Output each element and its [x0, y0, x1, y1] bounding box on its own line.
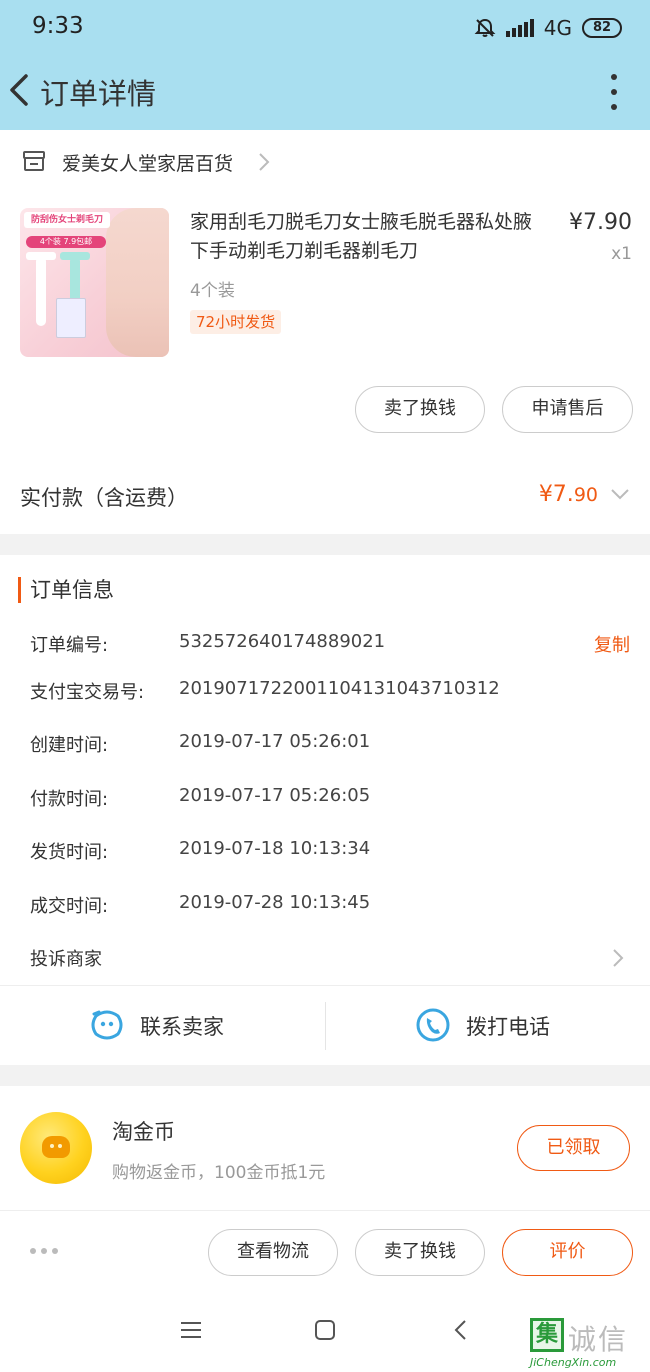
info-row: 创建时间: 2019-07-17 05:26:01: [30, 731, 630, 761]
info-key: 创建时间:: [30, 735, 109, 756]
info-value: 532572640174889021: [179, 631, 386, 652]
more-vertical-icon[interactable]: [604, 70, 624, 114]
network-type: 4G: [543, 16, 572, 40]
info-key: 支付宝交易号:: [30, 682, 145, 703]
info-row: 发货时间: 2019-07-18 10:13:34: [30, 838, 630, 868]
product-title: 家用刮毛刀脱毛刀女士腋毛脱毛器私处腋下手动剃毛刀剃毛器剃毛刀: [190, 211, 533, 262]
sell-button[interactable]: 卖了换钱: [355, 386, 485, 433]
order-info-section: 订单信息 订单编号: 532572640174889021 复制 支付宝交易号:…: [0, 555, 650, 985]
call-phone-button[interactable]: 拨打电话: [326, 986, 650, 1066]
status-icons: 4G 82: [474, 14, 622, 42]
info-value: 2019071722001104131043710312: [179, 678, 500, 699]
payment-label: 实付款（含运费）: [20, 486, 188, 510]
info-key: 成交时间:: [30, 896, 109, 917]
chevron-right-icon: [259, 153, 270, 171]
thumb-banner: 防刮伤女士剃毛刀: [24, 212, 110, 228]
header-bar: 9:33 4G 82 订单详情: [0, 0, 650, 130]
info-row: 支付宝交易号: 2019071722001104131043710312: [30, 678, 630, 708]
phone-icon: [416, 1008, 450, 1042]
contact-seller-label: 联系卖家: [140, 1015, 224, 1039]
view-logistics-button[interactable]: 查看物流: [208, 1229, 338, 1276]
info-row: 付款时间: 2019-07-17 05:26:05: [30, 785, 630, 815]
sell-button[interactable]: 卖了换钱: [355, 1229, 485, 1276]
payment-row[interactable]: 实付款（含运费） ¥7.90: [0, 454, 650, 534]
info-value: 2019-07-17 05:26:05: [179, 785, 371, 806]
home-icon[interactable]: [312, 1317, 338, 1343]
coin-subtitle: 购物返金币，100金币抵1元: [112, 1163, 326, 1183]
bottom-action-bar: 查看物流 卖了换钱 评价: [0, 1210, 650, 1295]
complain-seller-link[interactable]: 投诉商家: [30, 945, 102, 971]
aftersale-button[interactable]: 申请售后: [502, 386, 633, 433]
watermark-mark: 集: [530, 1318, 564, 1352]
signal-icon: [505, 19, 534, 37]
contact-seller-button[interactable]: 联系卖家: [0, 986, 325, 1066]
info-key: 付款时间:: [30, 789, 109, 810]
item-actions: 卖了换钱 申请售后: [0, 374, 650, 454]
info-key: 发货时间:: [30, 842, 109, 863]
back-icon[interactable]: [448, 1317, 474, 1343]
battery-icon: 82: [582, 18, 622, 38]
coin-face: [42, 1136, 70, 1158]
call-phone-label: 拨打电话: [466, 1015, 550, 1039]
info-key: 订单编号:: [30, 635, 109, 656]
product-quantity: x1: [611, 244, 632, 264]
info-value: 2019-07-28 10:13:45: [179, 892, 371, 913]
chevron-right-icon: [613, 949, 624, 967]
taojinbi-section: 淘金币 购物返金币，100金币抵1元 已领取: [0, 1086, 650, 1210]
payment-amount-cents: 90: [573, 484, 598, 506]
info-row: 订单编号: 532572640174889021 复制: [30, 631, 630, 661]
chat-face-icon: [91, 1010, 123, 1040]
coin-icon: [20, 1112, 92, 1184]
payment-amount: ¥7.90: [539, 482, 598, 507]
menu-icon[interactable]: [178, 1317, 204, 1343]
product-thumbnail[interactable]: 防刮伤女士剃毛刀 4个装 7.9包邮: [20, 208, 169, 357]
mute-bell-icon: [474, 18, 496, 37]
status-bar: 9:33 4G 82: [0, 0, 650, 56]
page-title: 订单详情: [40, 77, 157, 111]
razor-handle: [36, 256, 46, 326]
watermark-logo: 集 诚信 JiChengXin.com: [530, 1318, 648, 1370]
product-item[interactable]: 防刮伤女士剃毛刀 4个装 7.9包邮 家用刮毛刀脱毛刀女士腋毛脱毛器私处腋下手动…: [0, 194, 650, 374]
more-horizontal-icon[interactable]: [30, 1248, 58, 1254]
contact-bar: 联系卖家 拨打电话: [0, 985, 650, 1065]
shop-row[interactable]: 爱美女人堂家居百货: [0, 130, 650, 194]
info-row: 成交时间: 2019-07-28 10:13:45: [30, 892, 630, 922]
chevron-left-icon[interactable]: [4, 66, 36, 114]
shop-name: 爱美女人堂家居百货: [62, 153, 234, 175]
status-time: 9:33: [32, 13, 84, 39]
nav-bar: 订单详情: [0, 56, 650, 130]
copy-button[interactable]: 复制: [594, 631, 630, 657]
coin-title: 淘金币: [112, 1120, 175, 1144]
store-icon: [23, 151, 45, 171]
info-value: 2019-07-18 10:13:34: [179, 838, 371, 859]
watermark-text: 诚信: [568, 1323, 629, 1356]
review-button[interactable]: 评价: [502, 1229, 633, 1276]
claimed-button[interactable]: 已领取: [517, 1125, 630, 1171]
shipping-tag: 72小时发货: [190, 310, 282, 334]
chevron-down-icon: [611, 489, 629, 500]
thumb-tag: 4个装 7.9包邮: [26, 236, 106, 248]
product-sku: 4个装: [190, 281, 235, 301]
razor-pack: [56, 298, 86, 338]
product-price: ¥7.90: [569, 210, 632, 235]
payment-amount-main: ¥7.: [538, 482, 574, 507]
info-value: 2019-07-17 05:26:01: [179, 731, 371, 752]
thumb-model: [106, 208, 169, 357]
watermark-url: JiChengXin.com: [530, 1356, 617, 1369]
section-heading: 订单信息: [18, 577, 114, 603]
